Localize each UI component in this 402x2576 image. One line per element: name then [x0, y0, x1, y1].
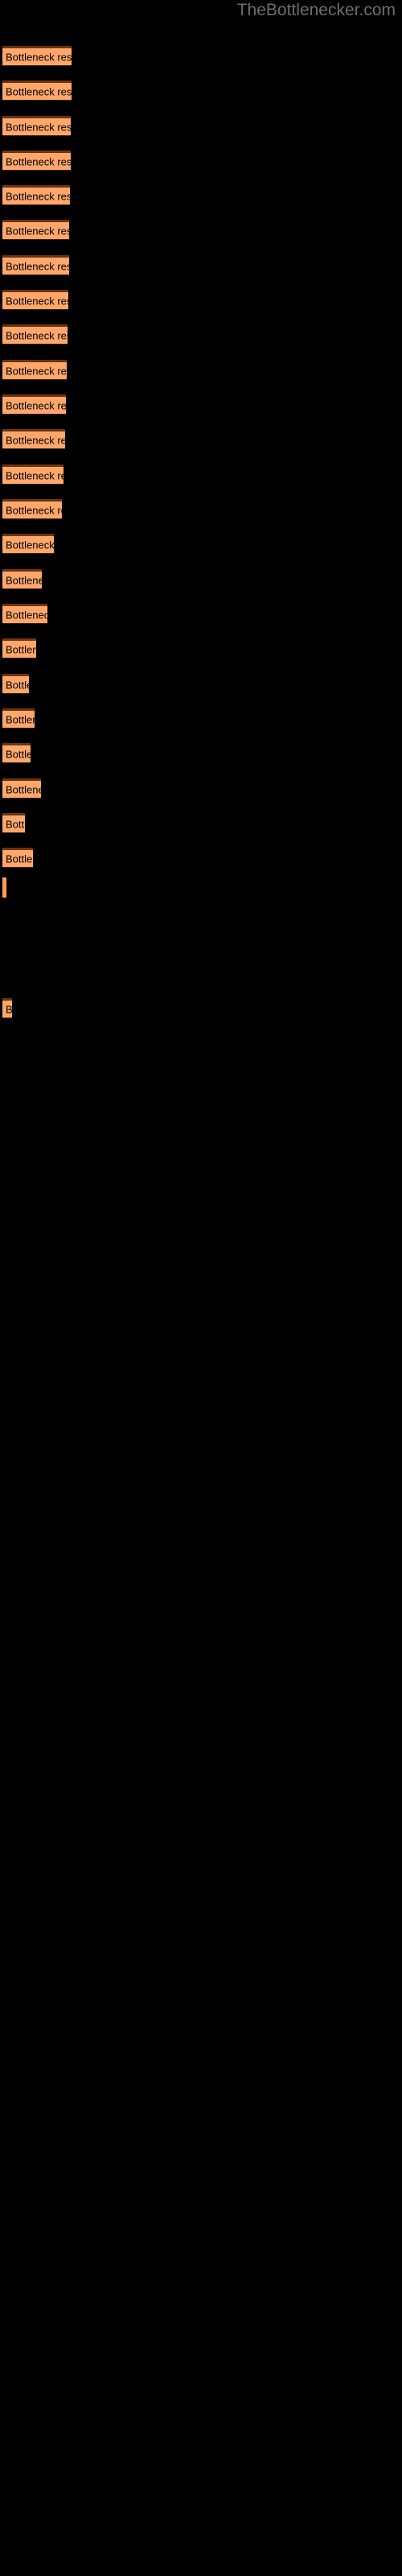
bar-row: Bottleneck result: [2, 220, 69, 240]
bar-row: Bottleneck result: [2, 813, 25, 833]
bar-row: Bottleneck result: [2, 360, 67, 380]
bar-label: Bottleneck result: [6, 225, 69, 237]
bar-label: Bottleneck result: [6, 783, 41, 795]
bar-row: Bottleneck result: [2, 638, 36, 658]
bar-label: Bottleneck result: [6, 51, 72, 63]
bar-label: Bottleneck result: [6, 329, 68, 341]
bar-row: Bottleneck result: [2, 429, 65, 449]
bar-row: Bottleneck result: [2, 569, 42, 589]
bar-row: Bottleneck result: [2, 290, 68, 310]
bar-row: Bottleneck result: [2, 743, 31, 763]
bar-label: Bottleneck result: [6, 434, 65, 446]
bar-label: Bottleneck result: [6, 679, 29, 691]
bar-row: Bottleneck result: [2, 708, 35, 729]
bar-label: Bottleneck result: [6, 643, 36, 655]
bar-label: Bottleneck result: [6, 365, 67, 377]
bar-row: Bottleneck result: [2, 674, 29, 694]
bar-label: Bottleneck result: [6, 295, 68, 307]
bar-row: Bottleneck result: [2, 116, 71, 136]
bar-label: Bottleneck result: [6, 713, 35, 725]
bar-row: Bottleneck result: [2, 848, 33, 868]
bar-row: Bottleneck result: [2, 464, 64, 485]
bottleneck-chart: TheBottlenecker.com Bottleneck resultBot…: [0, 0, 402, 2576]
bar-row: Bottleneck result: [2, 151, 71, 171]
bar-row: Bottleneck result: [2, 877, 6, 898]
bar-label: Bottleneck result: [6, 190, 70, 202]
bar-label: Bottleneck result: [6, 748, 31, 760]
bar-row: Bottleneck result: [2, 255, 69, 275]
bar-label: Bottleneck result: [6, 852, 33, 865]
bar-label: Bottleneck result: [6, 469, 64, 481]
bar-label: Bottleneck result: [6, 818, 25, 830]
bar-label: Bottleneck result: [6, 399, 66, 411]
bar-label: Bottleneck result: [6, 155, 71, 167]
bar-row: Bottleneck result: [2, 185, 70, 205]
bar-row: Bottleneck result: [2, 324, 68, 345]
bar-row: Bottleneck result: [2, 80, 72, 101]
bar-row: Bottleneck result: [2, 604, 47, 624]
bar-row: Bottleneck result: [2, 46, 72, 66]
bar-series: Bottleneck result Bottleneck result Bottle…: [0, 0, 402, 2576]
bar-row: Bottleneck result: [2, 499, 62, 519]
bar-label: Bottleneck result: [6, 260, 69, 272]
bar-label: Bottleneck result: [6, 504, 62, 516]
bar-label: Bottleneck result: [6, 121, 71, 133]
bar-row: Bottleneck result: [2, 394, 66, 415]
bar-row: Bottleneck result: [2, 534, 54, 554]
bar-label: Bottleneck result: [6, 85, 72, 97]
bar-label: Bottleneck result: [6, 609, 47, 621]
bar-row: Bottleneck result: [2, 998, 12, 1018]
bar-row: Bottleneck result: [2, 778, 41, 799]
bar-label: Bottleneck result: [6, 1003, 12, 1015]
bar-label: Bottleneck result: [6, 539, 54, 551]
bar-label: Bottleneck result: [6, 574, 42, 586]
